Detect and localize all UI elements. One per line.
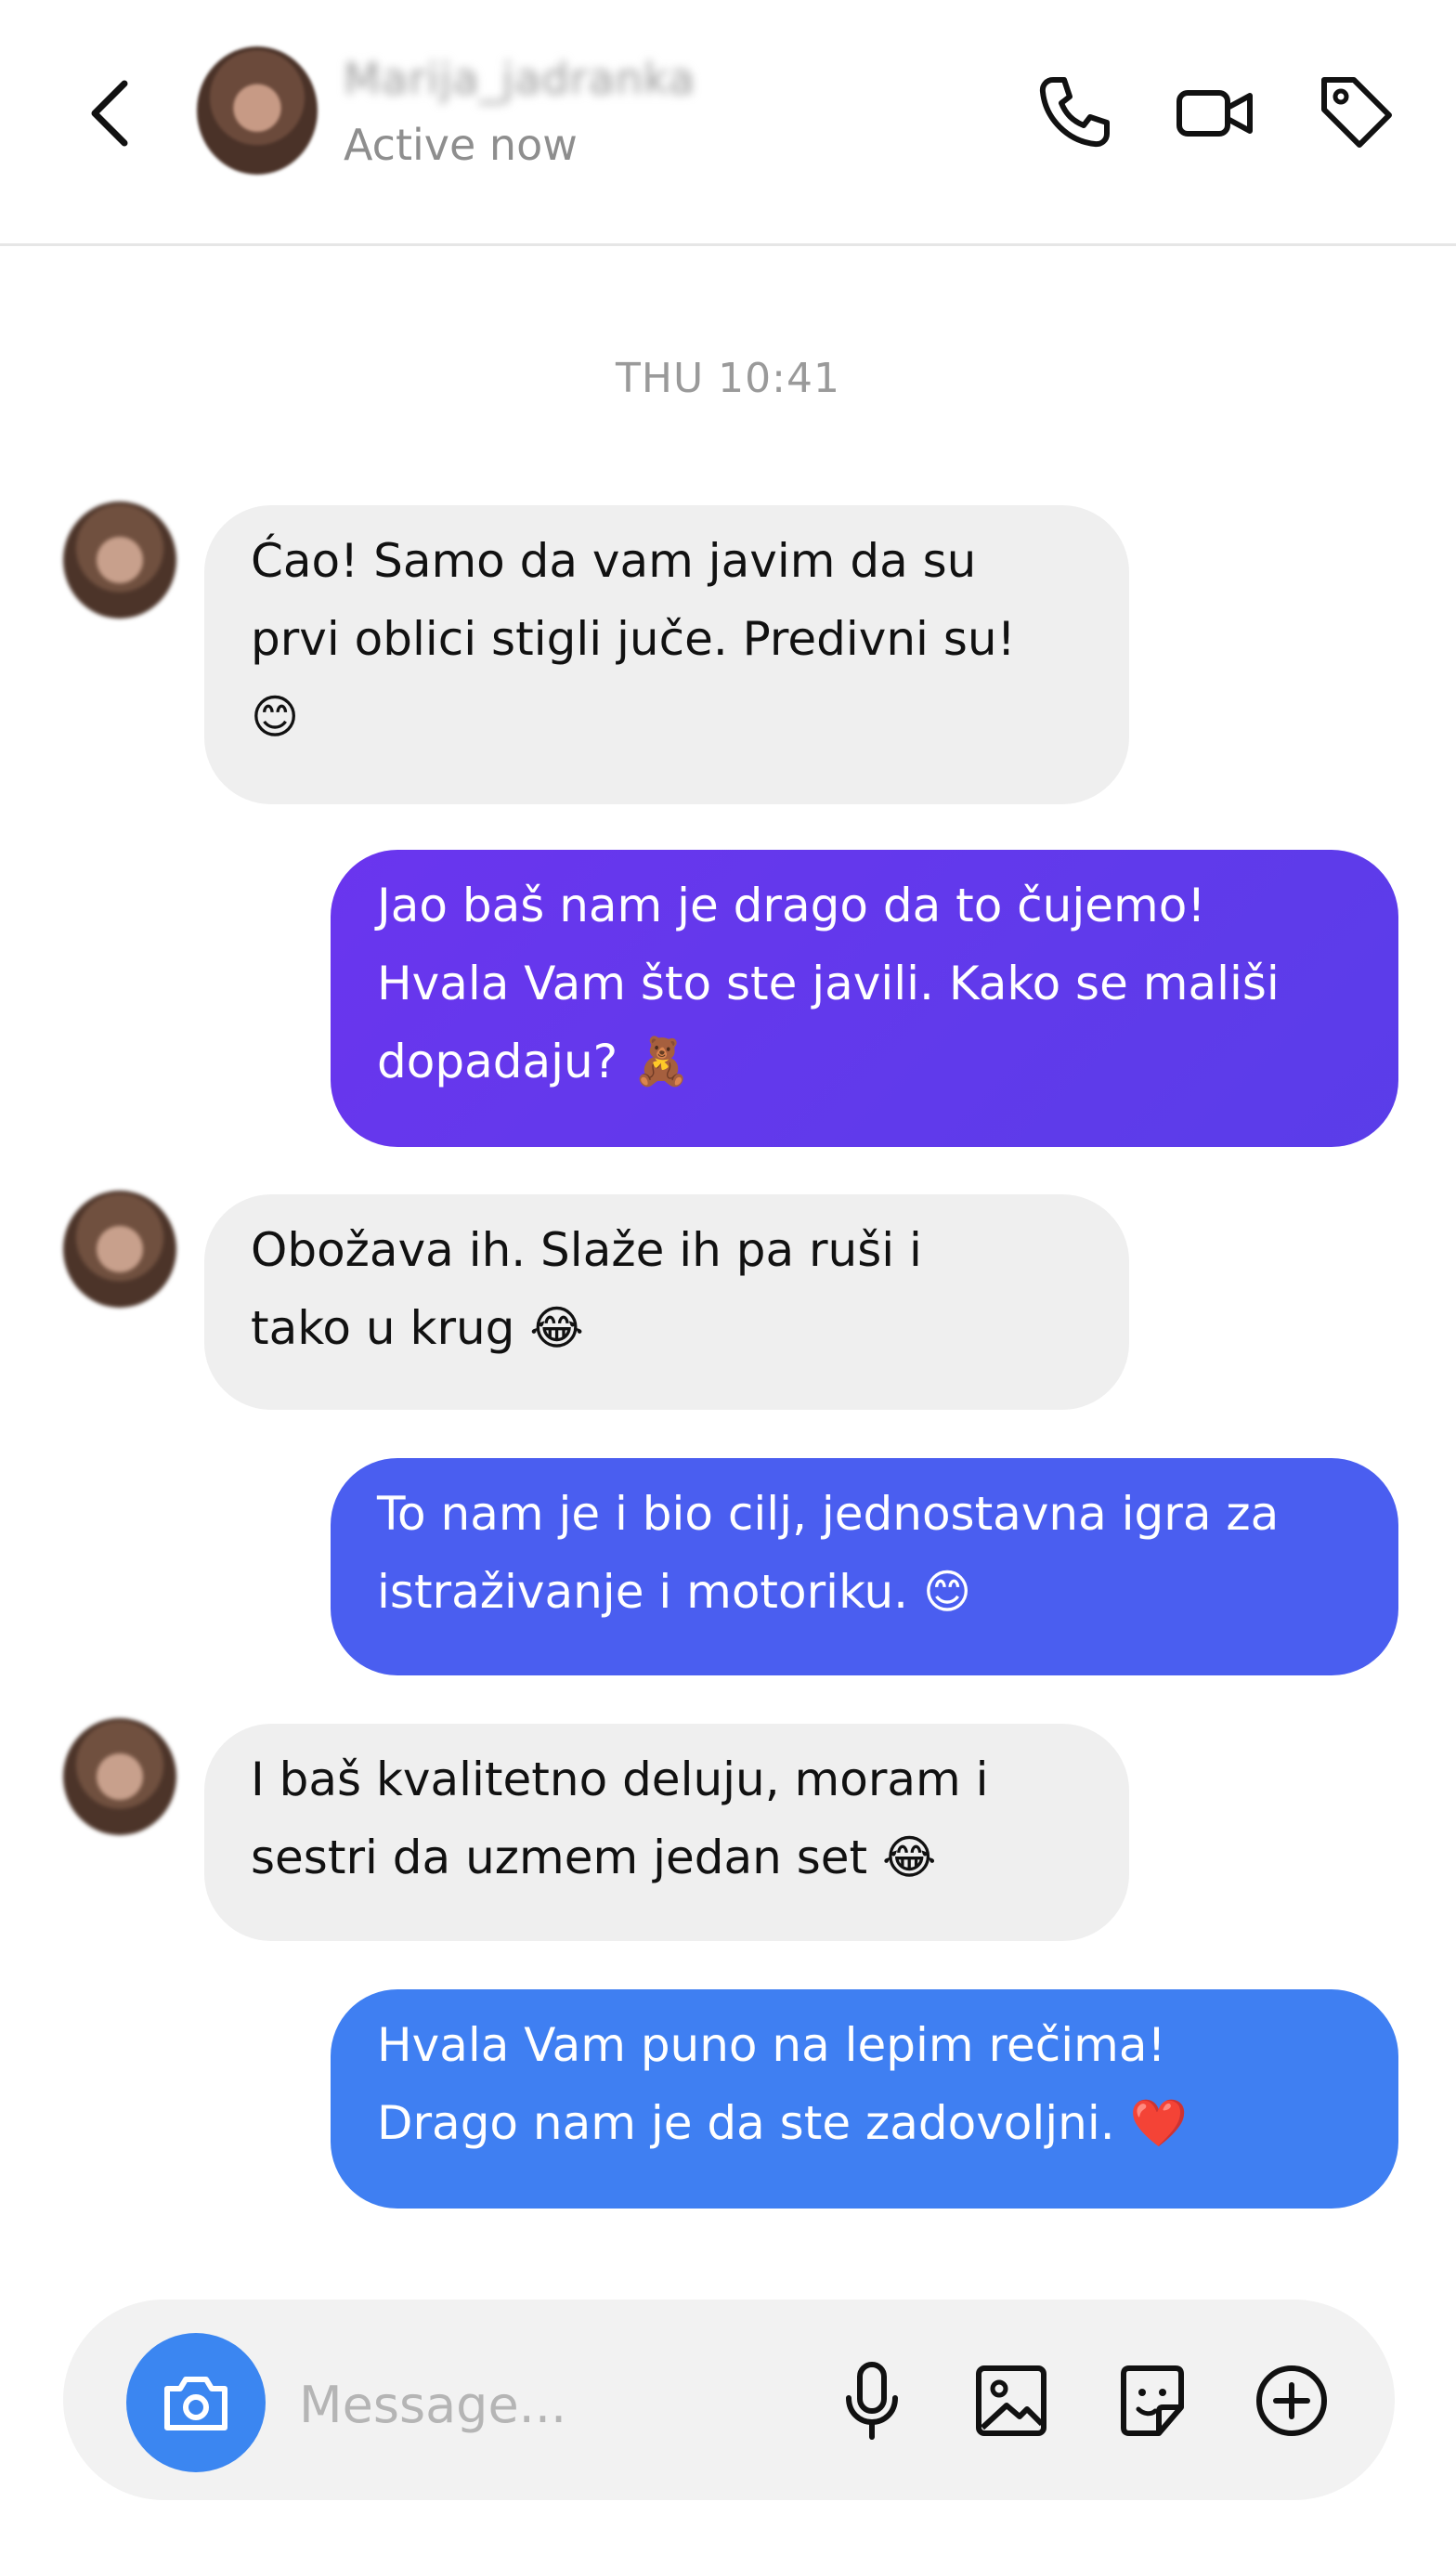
phone-icon [1039,77,1110,148]
call-button[interactable] [1033,71,1116,154]
outgoing-message[interactable]: To nam je i bio cilj, jednostavna igra z… [331,1458,1398,1675]
sticker-button[interactable] [1112,2359,1192,2443]
message-input[interactable] [297,2365,784,2444]
video-call-button[interactable] [1174,71,1257,154]
outgoing-message[interactable]: Jao baš nam je drago da to čujemo! Hvala… [331,850,1398,1147]
voice-message-button[interactable] [832,2359,912,2443]
image-icon [976,2365,1046,2436]
contact-status: Active now [344,120,578,170]
outgoing-message[interactable]: Hvala Vam puno na lepim rečima! Drago na… [331,1989,1398,2209]
sticker-icon [1121,2365,1184,2436]
camera-button[interactable] [126,2333,266,2472]
sender-avatar[interactable] [63,502,176,619]
gallery-button[interactable] [971,2359,1051,2443]
tag-icon [1321,77,1392,148]
plus-icon [1256,2365,1327,2436]
sender-avatar[interactable] [63,1718,176,1835]
contact-username[interactable]: Marija_jadranka [344,56,752,102]
sender-avatar[interactable] [63,1191,176,1308]
incoming-message[interactable]: Obožava ih. Slaže ih pa ruši i tako u kr… [204,1194,1129,1410]
chat-header: Marija_jadranka Active now [0,0,1456,246]
contact-avatar[interactable] [197,46,318,175]
more-button[interactable] [1252,2359,1332,2443]
tag-button[interactable] [1313,71,1397,154]
video-camera-icon [1176,90,1253,137]
back-button[interactable] [82,76,137,150]
incoming-message[interactable]: Ćao! Samo da vam javim da su prvi oblici… [204,505,1129,804]
back-arrow-icon [91,80,128,147]
thread-timestamp: THU 10:41 [616,355,840,402]
incoming-message[interactable]: I baš kvalitetno deluju, moram i sestri … [204,1724,1129,1941]
microphone-icon [846,2362,898,2440]
camera-icon [164,2377,228,2430]
